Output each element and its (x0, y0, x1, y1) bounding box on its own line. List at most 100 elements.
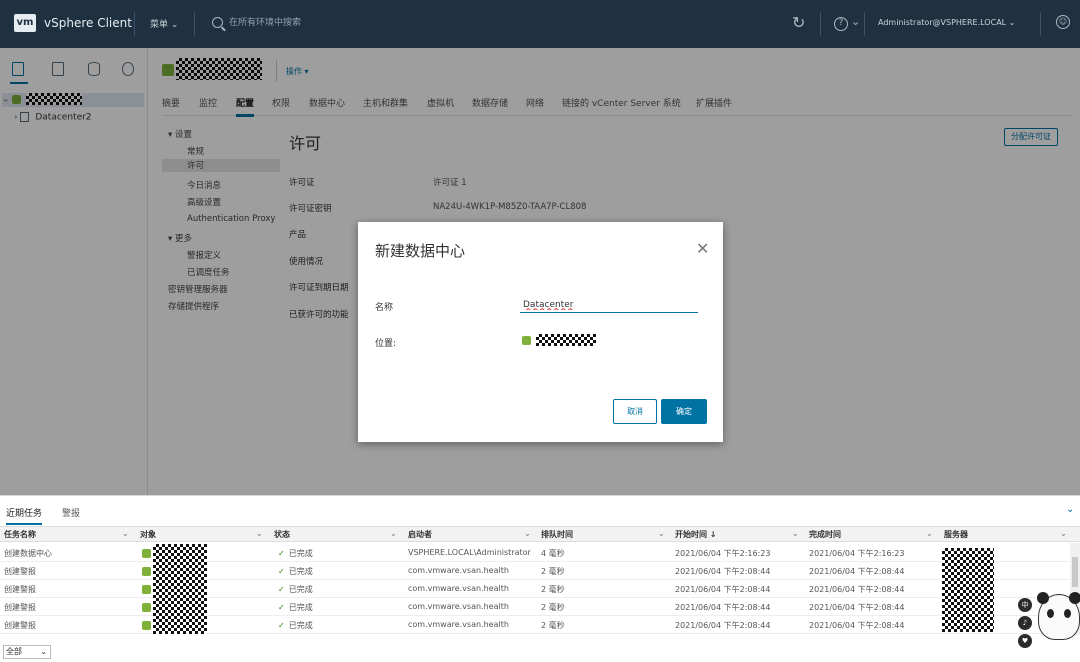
check-icon: ✓ (278, 603, 285, 612)
ime-heart-icon[interactable]: ♥ (1018, 634, 1032, 648)
table-row[interactable]: 创建数据中心 ✓ 已完成 VSPHERE.LOCAL\Administrator … (0, 544, 1070, 562)
recent-tasks-panel: 近期任务 警报 ⌄ 任务名称 对象 状态 启动者 排队时间 开始时间 ↓ 完成时… (0, 495, 1080, 662)
cell-status: ✓ 已完成 (278, 584, 313, 595)
cell-status: ✓ 已完成 (278, 620, 313, 631)
top-bar: vm vSphere Client 菜单 ⌄ 在所有环境中搜索 ↻ ? ⌄ Adm… (0, 0, 1080, 48)
global-search[interactable]: 在所有环境中搜索 (212, 15, 301, 28)
status-text: 已完成 (288, 549, 313, 558)
divider (820, 12, 821, 36)
cell-object (142, 580, 207, 598)
cell-queued: 4 毫秒 (541, 549, 565, 558)
column-label: 服务器 (944, 530, 968, 539)
col-object[interactable]: 对象 (140, 529, 156, 540)
col-server[interactable]: 服务器 (944, 529, 968, 540)
help-icon: ? (834, 17, 848, 31)
cell-queued: 2 毫秒 (541, 603, 565, 612)
cell-end: 2021/06/04 下午2:08:44 (809, 567, 905, 576)
table-row[interactable]: 创建警报 ✓ 已完成 com.vmware.vsan.health 2 毫秒 20… (0, 580, 1070, 598)
col-task-name[interactable]: 任务名称 (4, 529, 36, 540)
cell-start: 2021/06/04 下午2:08:44 (675, 567, 771, 576)
column-label: 排队时间 (541, 530, 573, 539)
cell-object (142, 544, 207, 562)
close-icon[interactable]: ✕ (696, 239, 709, 258)
cell-object (142, 616, 207, 634)
chevron-down-icon: ⌄ (1008, 18, 1016, 27)
user-name: Administrator@VSPHERE.LOCAL (878, 18, 1007, 27)
filter-chevron-icon[interactable]: ⌄ (926, 529, 933, 538)
status-text: 已完成 (288, 585, 313, 594)
table-row[interactable]: 创建警报 ✓ 已完成 com.vmware.vsan.health 2 毫秒 20… (0, 616, 1070, 634)
dialog-title: 新建数据中心 (375, 242, 466, 260)
col-start-time[interactable]: 开始时间 ↓ (675, 529, 717, 540)
cell-task: 创建数据中心 (4, 549, 52, 558)
tab-alarms[interactable]: 警报 (62, 506, 80, 519)
table-row[interactable]: 创建警报 ✓ 已完成 com.vmware.vsan.health 2 毫秒 20… (0, 562, 1070, 580)
chevron-down-icon: ⌄ (40, 647, 47, 656)
refresh-icon[interactable]: ↻ (792, 13, 805, 32)
vmware-logo: vm (14, 14, 36, 32)
redacted-object-name (153, 580, 207, 598)
check-icon: ✓ (278, 585, 285, 594)
redacted-server-names (942, 548, 994, 632)
vcenter-icon (142, 620, 151, 630)
menu-dropdown[interactable]: 菜单 ⌄ (150, 17, 178, 30)
filter-chevron-icon[interactable]: ⌄ (122, 529, 129, 538)
col-queued[interactable]: 排队时间 (541, 529, 573, 540)
user-menu[interactable]: Administrator@VSPHERE.LOCAL ⌄ (878, 18, 1015, 27)
col-status[interactable]: 状态 (274, 529, 290, 540)
ime-music-icon[interactable]: ♪ (1018, 616, 1032, 630)
app-title[interactable]: vSphere Client (44, 16, 132, 30)
divider (864, 12, 865, 36)
cancel-button[interactable]: 取消 (613, 399, 657, 424)
tasks-table-header: 任务名称 对象 状态 启动者 排队时间 开始时间 ↓ 完成时间 服务器 ⌄ ⌄ … (0, 526, 1080, 542)
col-initiator[interactable]: 启动者 (408, 529, 432, 540)
task-filter-select[interactable]: 全部 ⌄ (3, 645, 51, 659)
floating-panda-widget[interactable]: 中 ♪ ♥ (1016, 592, 1080, 662)
collapse-icon[interactable]: ⌄ (1066, 504, 1074, 515)
panda-ear (1037, 592, 1049, 604)
cell-initiator: com.vmware.vsan.health (408, 584, 509, 593)
vcenter-icon (142, 566, 151, 576)
filter-chevron-icon[interactable]: ⌄ (524, 529, 531, 538)
datacenter-name-input[interactable] (520, 297, 698, 313)
cell-start: 2021/06/04 下午2:08:44 (675, 603, 771, 612)
cell-status: ✓ 已完成 (278, 548, 313, 559)
ime-chinese-icon[interactable]: 中 (1018, 598, 1032, 612)
table-row[interactable]: 创建警报 ✓ 已完成 com.vmware.vsan.health 2 毫秒 20… (0, 598, 1070, 616)
location-label: 位置: (375, 339, 397, 349)
vcenter-icon (142, 548, 151, 558)
vcenter-icon (142, 584, 151, 594)
tab-recent-tasks[interactable]: 近期任务 (6, 506, 43, 525)
column-label: 完成时间 (809, 530, 841, 539)
filter-chevron-icon[interactable]: ⌄ (390, 529, 397, 538)
cell-task: 创建警报 (4, 603, 36, 612)
vcenter-icon (522, 335, 531, 345)
col-end-time[interactable]: 完成时间 (809, 529, 841, 540)
panda-mascot-icon (1037, 592, 1080, 640)
check-icon: ✓ (278, 621, 285, 630)
filter-chevron-icon[interactable]: ⌄ (658, 529, 665, 538)
cell-initiator: VSPHERE.LOCAL\Administrator (408, 548, 531, 557)
cell-end: 2021/06/04 下午2:08:44 (809, 585, 905, 594)
cell-initiator: com.vmware.vsan.health (408, 566, 509, 575)
feedback-smiley-icon[interactable]: ☺ (1056, 15, 1070, 29)
column-label: 开始时间 ↓ (675, 530, 717, 539)
cell-status: ✓ 已完成 (278, 602, 313, 613)
cell-object (142, 598, 207, 616)
cell-start: 2021/06/04 下午2:16:23 (675, 549, 771, 558)
filter-chevron-icon[interactable]: ⌄ (256, 529, 263, 538)
ok-button[interactable]: 确定 (661, 399, 707, 424)
status-text: 已完成 (288, 567, 313, 576)
column-label: 状态 (274, 530, 290, 539)
redacted-location-name (535, 334, 596, 346)
panda-ear (1069, 592, 1080, 604)
vcenter-icon (142, 602, 151, 612)
cell-task: 创建警报 (4, 585, 36, 594)
cell-end: 2021/06/04 下午2:08:44 (809, 603, 905, 612)
filter-chevron-icon[interactable]: ⌄ (1060, 529, 1067, 538)
help-menu[interactable]: ? ⌄ (834, 15, 860, 31)
column-label: 任务名称 (4, 530, 36, 539)
search-icon (212, 17, 223, 28)
filter-chevron-icon[interactable]: ⌄ (792, 529, 799, 538)
cell-queued: 2 毫秒 (541, 621, 565, 630)
